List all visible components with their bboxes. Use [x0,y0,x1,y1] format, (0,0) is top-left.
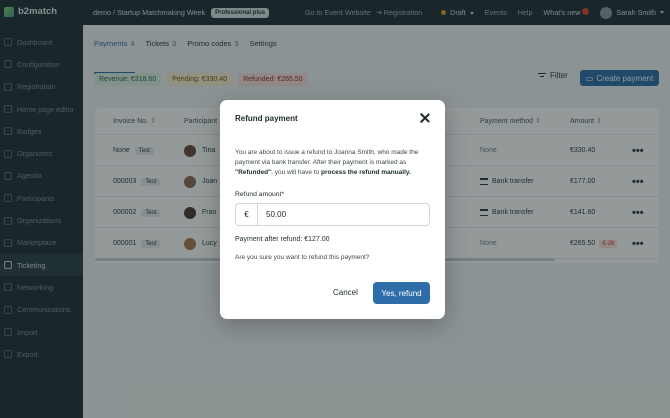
refund-amount-field[interactable]: € [235,203,430,226]
description-text: , you will have to [271,169,321,176]
refund-payment-dialog: Refund payment You are about to issue a … [220,100,445,319]
currency-prefix: € [236,204,258,225]
payment-after-refund: Payment after refund: €127.00 [235,236,330,243]
confirm-question: Are you sure you want to refund this pay… [235,254,370,261]
confirm-refund-button[interactable]: Yes, refund [373,282,430,304]
description-text: You are about to issue a refund to Joann… [235,149,419,166]
refund-amount-input[interactable] [266,210,416,219]
dialog-title: Refund payment [235,114,298,123]
close-icon[interactable] [420,113,430,123]
refund-amount-label: Refund amount* [235,191,285,198]
description-action: process the refund manually. [321,169,411,176]
description-status: "Refunded" [235,169,272,176]
cancel-button[interactable]: Cancel [333,288,358,297]
dialog-description: You are about to issue a refund to Joann… [235,148,433,178]
